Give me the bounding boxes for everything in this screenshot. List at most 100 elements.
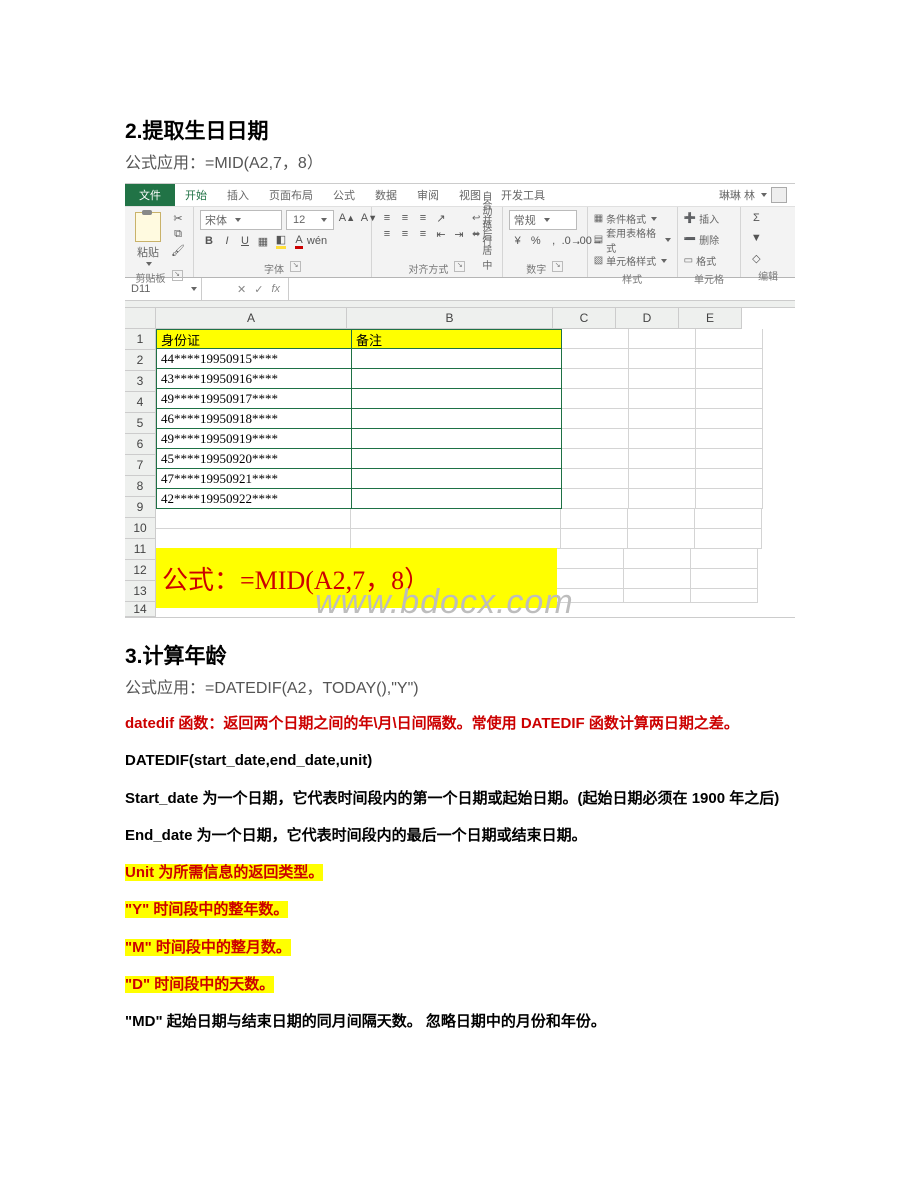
number-format-combo[interactable]: 常规 xyxy=(509,210,577,230)
cell[interactable] xyxy=(629,449,696,469)
phonetic-button[interactable]: wén xyxy=(308,233,326,249)
select-all-corner[interactable] xyxy=(125,308,156,329)
cell[interactable] xyxy=(691,589,758,603)
row-header[interactable]: 13 xyxy=(125,581,156,602)
cell[interactable] xyxy=(156,529,351,549)
row-header[interactable]: 14 xyxy=(125,602,156,617)
cell[interactable] xyxy=(351,509,561,529)
autosum-button[interactable]: Σ xyxy=(747,210,765,226)
tab-insert[interactable]: 插入 xyxy=(217,184,259,206)
cell[interactable] xyxy=(352,429,562,449)
format-painter-button[interactable]: 🖌 xyxy=(169,242,187,258)
cell[interactable] xyxy=(629,489,696,509)
dialog-launcher-icon[interactable]: ↘ xyxy=(290,261,301,272)
col-header[interactable]: B xyxy=(347,308,553,329)
insert-cells-button[interactable]: ➕插入 xyxy=(684,210,719,227)
cell[interactable] xyxy=(562,429,629,449)
cell[interactable] xyxy=(557,589,624,603)
grow-font-button[interactable]: A▲ xyxy=(338,210,356,226)
cell[interactable] xyxy=(557,569,624,589)
table-header-id[interactable]: 身份证 xyxy=(156,329,352,349)
font-color-button[interactable]: A xyxy=(290,233,308,249)
cell[interactable]: 49****19950919**** xyxy=(156,429,352,449)
cell[interactable] xyxy=(352,389,562,409)
copy-button[interactable]: ⧉ xyxy=(169,226,187,242)
border-button[interactable]: ▦ xyxy=(254,233,272,249)
paste-button[interactable]: 粘贴 xyxy=(131,210,165,268)
cell[interactable]: 42****19950922**** xyxy=(156,489,352,509)
tab-home[interactable]: 开始 xyxy=(175,184,217,206)
row-header[interactable]: 9 xyxy=(125,497,156,518)
indent-more-button[interactable]: ⇥ xyxy=(450,226,468,242)
cell[interactable] xyxy=(562,409,629,429)
row-header[interactable]: 1 xyxy=(125,329,156,350)
enter-icon[interactable]: ✓ xyxy=(254,283,263,296)
cell[interactable] xyxy=(561,529,628,549)
cell[interactable] xyxy=(557,549,624,569)
tab-formulas[interactable]: 公式 xyxy=(323,184,365,206)
cell[interactable] xyxy=(696,409,763,429)
cell[interactable] xyxy=(691,569,758,589)
table-format-button[interactable]: ▤套用表格格式 xyxy=(594,231,671,248)
cell[interactable] xyxy=(624,569,691,589)
cell[interactable] xyxy=(352,469,562,489)
underline-button[interactable]: U xyxy=(236,233,254,249)
cell[interactable] xyxy=(629,409,696,429)
format-cells-button[interactable]: ▭格式 xyxy=(684,252,716,269)
table-header-note[interactable]: 备注 xyxy=(352,329,562,349)
row-header[interactable]: 2 xyxy=(125,350,156,371)
row-header[interactable]: 10 xyxy=(125,518,156,539)
dialog-launcher-icon[interactable]: ↘ xyxy=(454,261,465,272)
cell[interactable] xyxy=(352,489,562,509)
delete-cells-button[interactable]: ➖删除 xyxy=(684,231,719,248)
cell[interactable] xyxy=(351,529,561,549)
cell[interactable]: 44****19950915**** xyxy=(156,349,352,369)
cell[interactable] xyxy=(624,589,691,603)
cell[interactable] xyxy=(629,369,696,389)
fill-color-button[interactable]: ◧ xyxy=(272,233,290,249)
align-right-button[interactable]: ≡ xyxy=(414,226,432,242)
font-size-combo[interactable]: 12 xyxy=(286,210,334,230)
cell[interactable] xyxy=(696,469,763,489)
font-name-combo[interactable]: 宋体 xyxy=(200,210,282,230)
cell[interactable] xyxy=(696,329,763,349)
cell[interactable] xyxy=(629,349,696,369)
cell[interactable] xyxy=(156,509,351,529)
fx-icon[interactable]: fx xyxy=(271,283,280,295)
row-header[interactable]: 8 xyxy=(125,476,156,497)
dialog-launcher-icon[interactable]: ↘ xyxy=(552,261,563,272)
cell[interactable] xyxy=(696,429,763,449)
cell[interactable] xyxy=(352,449,562,469)
cell[interactable] xyxy=(691,549,758,569)
cell[interactable] xyxy=(628,509,695,529)
orientation-button[interactable]: ↗ xyxy=(432,210,450,226)
percent-button[interactable]: % xyxy=(527,233,545,249)
cell[interactable] xyxy=(561,509,628,529)
cell[interactable] xyxy=(696,369,763,389)
fill-button[interactable]: ▼ xyxy=(747,230,765,246)
cell[interactable] xyxy=(629,429,696,449)
cell[interactable] xyxy=(562,489,629,509)
cell[interactable] xyxy=(562,389,629,409)
cell[interactable]: 47****19950921**** xyxy=(156,469,352,489)
name-box[interactable]: D11 xyxy=(125,278,202,300)
cell[interactable] xyxy=(696,349,763,369)
cell[interactable] xyxy=(629,469,696,489)
col-header[interactable]: D xyxy=(616,308,679,329)
align-bottom-button[interactable]: ≡ xyxy=(414,210,432,226)
cell[interactable] xyxy=(696,489,763,509)
cell[interactable] xyxy=(562,349,629,369)
cell[interactable] xyxy=(352,369,562,389)
align-middle-button[interactable]: ≡ xyxy=(396,210,414,226)
cell[interactable] xyxy=(562,369,629,389)
cell[interactable]: 46****19950918**** xyxy=(156,409,352,429)
tab-layout[interactable]: 页面布局 xyxy=(259,184,323,206)
clear-button[interactable]: ◇ xyxy=(747,250,765,266)
italic-button[interactable]: I xyxy=(218,233,236,249)
col-header[interactable]: A xyxy=(156,308,347,329)
cell[interactable] xyxy=(696,449,763,469)
merge-center-button[interactable]: ⬌合并后居中 xyxy=(472,226,496,242)
tab-data[interactable]: 数据 xyxy=(365,184,407,206)
cell[interactable]: 49****19950917**** xyxy=(156,389,352,409)
row-header[interactable]: 11 xyxy=(125,539,156,560)
